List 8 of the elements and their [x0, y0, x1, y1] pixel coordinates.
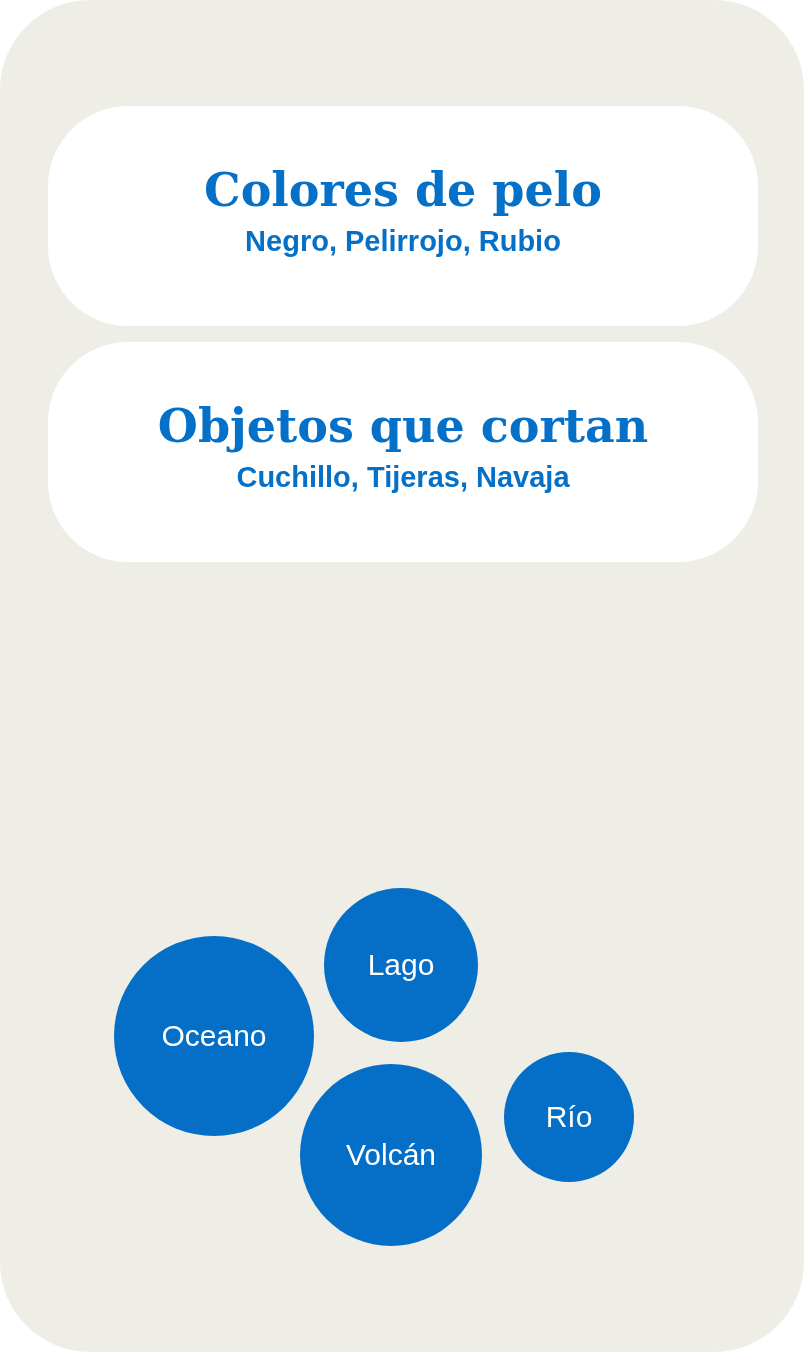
word-bubble[interactable]: Volcán — [300, 1064, 482, 1246]
category-title: Objetos que cortan — [157, 398, 649, 453]
category-title: Colores de pelo — [204, 162, 602, 217]
category-words: Cuchillo, Tijeras, Navaja — [236, 460, 570, 494]
word-bubble[interactable]: Lago — [324, 888, 478, 1042]
word-bubble[interactable]: Río — [504, 1052, 634, 1182]
category-words: Negro, Pelirrojo, Rubio — [245, 224, 561, 258]
word-bubble[interactable]: Oceano — [114, 936, 314, 1136]
